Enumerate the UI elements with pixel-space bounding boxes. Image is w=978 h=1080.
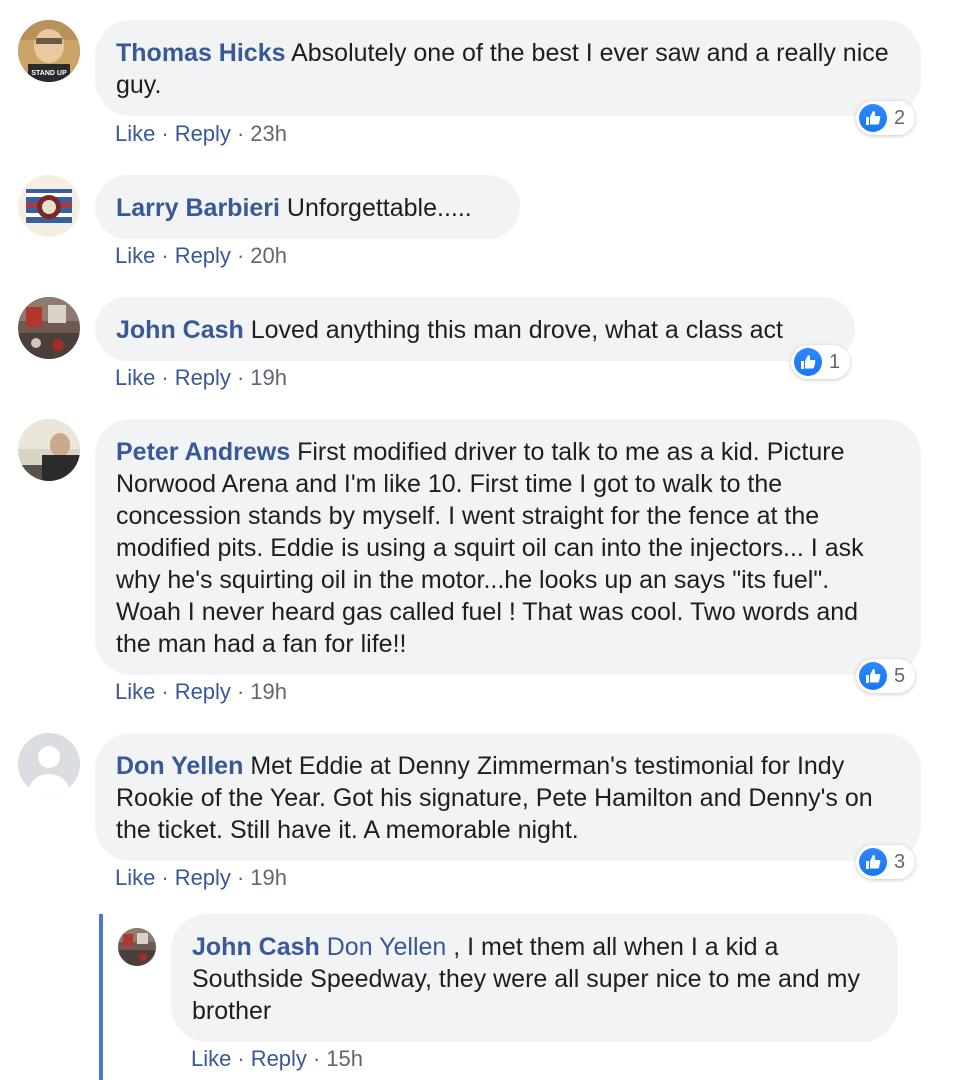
like-link[interactable]: Like — [115, 865, 155, 890]
timestamp[interactable]: 19h — [250, 365, 287, 390]
like-link[interactable]: Like — [191, 1046, 231, 1071]
timestamp[interactable]: 19h — [250, 865, 287, 890]
reaction-count-value: 1 — [829, 350, 841, 373]
separator: · — [312, 1046, 321, 1071]
separator: · — [161, 865, 169, 890]
comment-actions: Like · Reply · 15h — [191, 1046, 363, 1072]
separator: · — [237, 1046, 245, 1071]
comment-actions: Like · Reply · 19h — [115, 365, 287, 391]
svg-text:STAND UP: STAND UP — [31, 70, 67, 77]
comment-text: First modified driver to talk to me as a… — [116, 438, 864, 658]
reply-link[interactable]: Reply — [251, 1046, 307, 1071]
comment-bubble: John Cash Loved anything this man drove,… — [95, 297, 855, 361]
separator: · — [236, 865, 245, 890]
reaction-count[interactable]: 2 — [856, 101, 916, 135]
thumbs-up-icon — [859, 848, 887, 876]
like-link[interactable]: Like — [115, 365, 155, 390]
thumbs-up-icon — [859, 104, 887, 132]
reaction-count-value: 2 — [894, 106, 906, 129]
comment-actions: Like · Reply · 20h — [115, 243, 287, 269]
separator: · — [236, 243, 245, 268]
thumbs-up-icon — [794, 348, 822, 376]
avatar[interactable]: STAND UP — [18, 20, 80, 82]
separator: · — [161, 365, 169, 390]
reply-thread-line — [99, 914, 103, 1080]
thumbs-up-icon — [859, 662, 887, 690]
reply-link[interactable]: Reply — [175, 243, 231, 268]
avatar[interactable] — [18, 175, 80, 237]
avatar[interactable] — [18, 297, 80, 359]
mention-link[interactable]: Don Yellen — [327, 933, 447, 961]
comment-author[interactable]: Don Yellen — [116, 752, 243, 780]
default-avatar-icon[interactable] — [18, 733, 80, 795]
like-link[interactable]: Like — [115, 679, 155, 704]
reaction-count[interactable]: 1 — [791, 345, 851, 379]
reply-link[interactable]: Reply — [175, 365, 231, 390]
reaction-count[interactable]: 3 — [856, 845, 916, 879]
reaction-count[interactable]: 5 — [856, 659, 916, 693]
like-link[interactable]: Like — [115, 121, 155, 146]
avatar[interactable] — [18, 419, 80, 481]
comment-actions: Like · Reply · 23h — [115, 121, 287, 147]
separator: · — [236, 121, 245, 146]
timestamp[interactable]: 20h — [250, 243, 287, 268]
separator: · — [236, 365, 245, 390]
comment-actions: Like · Reply · 19h — [115, 679, 287, 705]
comment-bubble: Don Yellen Met Eddie at Denny Zimmerman'… — [95, 733, 921, 861]
like-link[interactable]: Like — [115, 243, 155, 268]
comment-author[interactable]: Thomas Hicks — [116, 39, 286, 67]
comment-author[interactable]: John Cash — [116, 316, 244, 344]
reaction-count-value: 5 — [894, 664, 906, 687]
timestamp[interactable]: 19h — [250, 679, 287, 704]
reply-bubble: John Cash Don Yellen , I met them all wh… — [171, 914, 898, 1042]
separator: · — [161, 243, 169, 268]
reaction-count-value: 3 — [894, 850, 906, 873]
comment-author[interactable]: Larry Barbieri — [116, 194, 280, 222]
comment-actions: Like · Reply · 19h — [115, 865, 287, 891]
timestamp[interactable]: 15h — [326, 1046, 363, 1071]
comment-bubble: Thomas Hicks Absolutely one of the best … — [95, 20, 921, 116]
comment-author[interactable]: Peter Andrews — [116, 438, 290, 466]
reply-link[interactable]: Reply — [175, 679, 231, 704]
comment-bubble: Larry Barbieri Unforgettable..... — [95, 175, 520, 239]
separator: · — [161, 679, 169, 704]
reply-link[interactable]: Reply — [175, 865, 231, 890]
comment-text: Loved anything this man drove, what a cl… — [250, 316, 783, 344]
comment-bubble: Peter Andrews First modified driver to t… — [95, 419, 921, 675]
timestamp[interactable]: 23h — [250, 121, 287, 146]
reply-link[interactable]: Reply — [175, 121, 231, 146]
avatar[interactable] — [118, 928, 156, 966]
separator: · — [236, 679, 245, 704]
comment-author[interactable]: John Cash — [192, 933, 320, 961]
comment-text: Unforgettable..... — [286, 194, 472, 222]
separator: · — [161, 121, 169, 146]
